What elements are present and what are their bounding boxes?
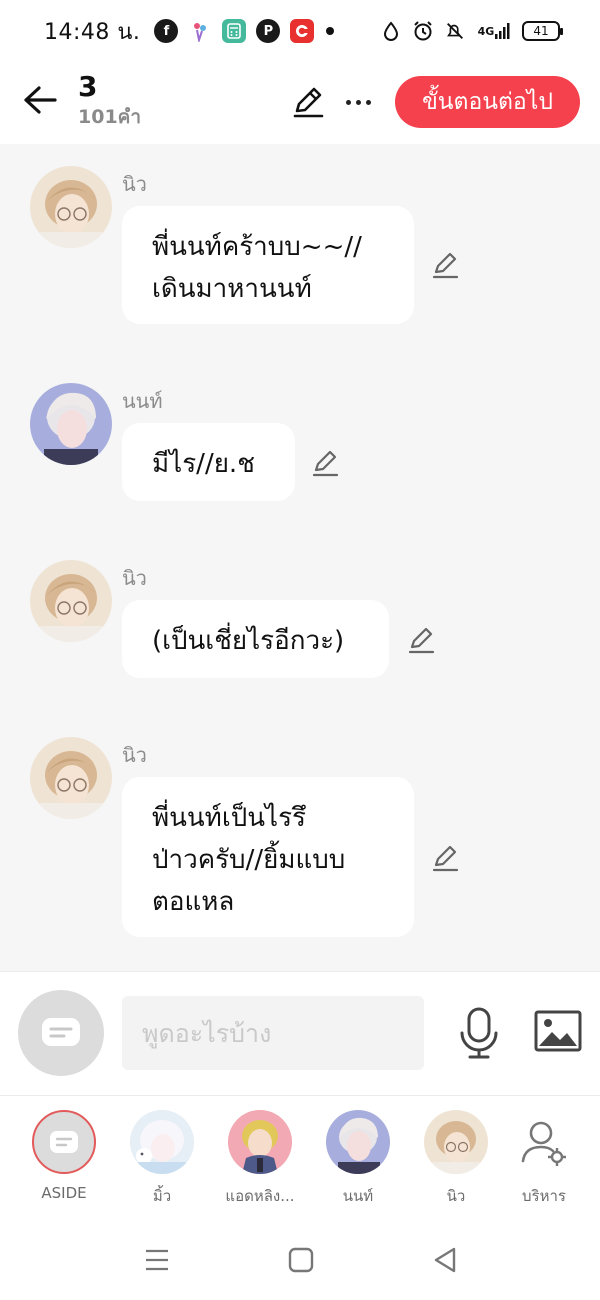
- avatar: [326, 1110, 390, 1174]
- edit-message-button[interactable]: [430, 250, 460, 280]
- app-c-icon: [290, 19, 315, 43]
- sender-name: นิว: [122, 566, 147, 590]
- message-bubble[interactable]: มีไร//ย.ช: [122, 423, 295, 501]
- notification-icons: f P: [154, 19, 315, 43]
- back-triangle-icon: [434, 1247, 456, 1273]
- pencil-icon: [432, 252, 459, 279]
- home-button[interactable]: [286, 1245, 316, 1275]
- avatar-niw[interactable]: [30, 737, 112, 819]
- message-bubble[interactable]: (เป็นเชี่ยไรอีกวะ): [122, 600, 389, 678]
- chapter-title: 3: [78, 70, 98, 103]
- recent-apps-button[interactable]: [142, 1245, 172, 1275]
- manage-characters-button[interactable]: บริหาร: [494, 1110, 594, 1208]
- avatar: [130, 1110, 194, 1174]
- character-item[interactable]: มิ้ว: [112, 1110, 212, 1208]
- character-name: มิ้ว: [152, 1187, 172, 1205]
- facebook-icon: f: [154, 19, 179, 43]
- avatar-niw[interactable]: [30, 560, 112, 642]
- more-dots-icon: [345, 99, 351, 105]
- signal-icon: 4G: [476, 20, 512, 42]
- character-item[interactable]: แอดหลิง...: [210, 1110, 310, 1208]
- more-notifications-dot: [326, 27, 335, 35]
- character-aside[interactable]: ASIDE: [14, 1110, 114, 1202]
- status-bar: 14:48 น. f P 4G 41: [0, 0, 600, 62]
- character-name: บริหาร: [522, 1187, 566, 1205]
- system-back-button[interactable]: [430, 1245, 460, 1275]
- image-icon: [534, 1010, 582, 1052]
- system-nav-bar: [0, 1215, 600, 1300]
- home-square-icon: [288, 1247, 314, 1273]
- pencil-icon: [293, 87, 324, 118]
- back-button[interactable]: [22, 82, 58, 118]
- avatar: [228, 1110, 292, 1174]
- message-bubble[interactable]: พี่นนท์คร้าบบ~~// เดินมาหานนท์: [122, 206, 414, 324]
- word-count: 101คำ: [78, 106, 142, 128]
- message-bubble[interactable]: พี่นนท์เป็นไรรึ ป่าวครับ//ยิ้มแบบ ตอแหล: [122, 777, 414, 937]
- title-block: 3 101คำ: [78, 70, 141, 130]
- character-item[interactable]: นนท์: [308, 1110, 408, 1208]
- next-step-button[interactable]: ขั้นตอนต่อไป: [395, 76, 580, 128]
- avatar: [424, 1110, 488, 1174]
- aside-toggle-button[interactable]: [18, 990, 104, 1076]
- status-time: 14:48 น.: [44, 19, 141, 45]
- aside-avatar: [32, 1110, 96, 1174]
- sender-name: นิว: [122, 743, 147, 767]
- image-upload-button[interactable]: [534, 1010, 582, 1052]
- chat-area[interactable]: นิว พี่นนท์คร้าบบ~~// เดินมาหานนท์ นนท์ …: [0, 144, 600, 971]
- input-bar: [0, 971, 600, 1095]
- character-item[interactable]: นิว: [406, 1110, 506, 1208]
- voice-input-button[interactable]: [456, 1006, 502, 1060]
- system-icons: 4G 41: [380, 20, 563, 42]
- arrow-left-icon: [24, 86, 57, 114]
- alarm-icon: [412, 20, 434, 42]
- microphone-icon: [460, 1007, 498, 1059]
- character-bar: ASIDE มิ้ว แอดหลิง... นนท์ นิว บริหาร: [0, 1095, 600, 1215]
- character-name: นิว: [446, 1187, 466, 1205]
- app-logo-icon: [188, 19, 213, 43]
- edit-message-button[interactable]: [310, 448, 340, 478]
- pencil-icon: [408, 627, 435, 654]
- app-header: 3 101คำ ขั้นตอนต่อไป: [0, 62, 600, 144]
- pencil-icon: [432, 845, 459, 872]
- avatar-non[interactable]: [30, 383, 112, 465]
- menu-lines-icon: [146, 1249, 168, 1271]
- sender-name: นิว: [122, 172, 147, 196]
- avatar-niw[interactable]: [30, 166, 112, 248]
- more-options-button[interactable]: [340, 84, 376, 120]
- message-input[interactable]: [122, 996, 424, 1070]
- battery-icon: 41: [522, 21, 563, 41]
- pencil-icon: [312, 450, 339, 477]
- drop-icon: [380, 20, 402, 42]
- mute-icon: [444, 20, 466, 42]
- character-name: นนท์: [342, 1187, 374, 1205]
- speech-bubble-icon: [42, 1018, 80, 1046]
- character-name: แอดหลิง...: [225, 1187, 295, 1205]
- user-gear-icon: [512, 1110, 576, 1174]
- sender-name: นนท์: [122, 389, 163, 413]
- edit-title-button[interactable]: [290, 84, 326, 120]
- character-name: ASIDE: [41, 1184, 87, 1202]
- pinterest-icon: P: [256, 19, 281, 43]
- edit-message-button[interactable]: [430, 843, 460, 873]
- speech-bubble-icon: [50, 1131, 78, 1153]
- calculator-icon: [222, 19, 247, 43]
- edit-message-button[interactable]: [406, 625, 436, 655]
